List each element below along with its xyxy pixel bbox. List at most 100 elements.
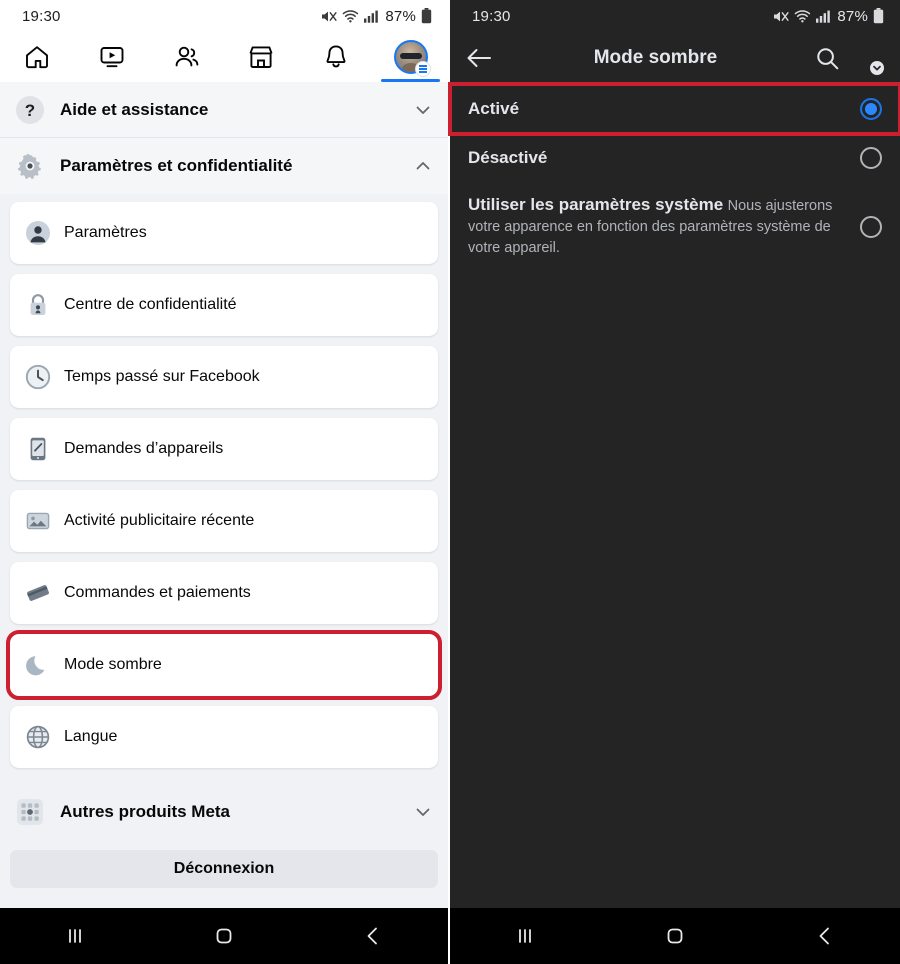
profile-menu-avatar[interactable]	[393, 40, 431, 77]
settings-cards: Paramètres Centre de confidentialité Tem…	[0, 194, 448, 784]
tab-marketplace[interactable]	[224, 32, 299, 82]
notifications-bell-icon	[326, 45, 346, 68]
wifi-icon	[795, 10, 811, 23]
logout-button[interactable]: Déconnexion	[10, 850, 438, 888]
ad-activity-icon	[24, 507, 52, 535]
header-actions	[815, 43, 884, 75]
home-square-icon[interactable]	[194, 908, 254, 964]
lock-icon	[24, 291, 52, 319]
credit-card-icon	[24, 579, 52, 607]
clock-icon	[24, 363, 52, 391]
chevron-down-icon	[870, 61, 884, 75]
card-demandes-appareils[interactable]: Demandes d’appareils	[10, 418, 438, 480]
section-autres-produits-meta[interactable]: Autres produits Meta	[0, 784, 448, 840]
video-icon	[100, 47, 124, 68]
dual-screenshot: 19:30 87% ? Aide et assistance Paramètre…	[0, 0, 900, 964]
recents-icon[interactable]	[495, 908, 555, 964]
dark-mode-header: Mode sombre	[450, 32, 900, 84]
card-label: Mode sombre	[64, 656, 162, 673]
left-phone-screen: 19:30 87% ? Aide et assistance Paramètre…	[0, 0, 450, 964]
android-nav-bar-right[interactable]	[450, 908, 900, 964]
card-label: Commandes et paiements	[64, 584, 251, 601]
top-tab-bar[interactable]	[0, 32, 448, 82]
mute-icon	[774, 11, 789, 21]
radio-desactive[interactable]	[860, 147, 882, 169]
battery-percent: 87%	[837, 7, 868, 25]
card-label: Paramètres	[64, 224, 147, 241]
friends-icon	[175, 46, 199, 67]
status-time: 19:30	[472, 7, 511, 25]
svg-text:?: ?	[25, 101, 35, 120]
right-phone-screen: 19:30 87% Mode sombre Activé Désactivé U…	[448, 0, 900, 964]
tab-video[interactable]	[75, 32, 150, 82]
wifi-icon	[343, 10, 359, 23]
option-systeme[interactable]: Utiliser les paramètres système Nous aju…	[450, 182, 900, 271]
account-circle-icon	[24, 219, 52, 247]
android-nav-bar-left[interactable]	[0, 908, 448, 964]
chevron-down-icon[interactable]	[414, 101, 432, 119]
status-time: 19:30	[22, 7, 61, 25]
help-circle-icon: ?	[12, 92, 48, 128]
section-settings-privacy[interactable]: Paramètres et confidentialité	[0, 138, 448, 194]
dark-mode-options: Activé Désactivé Utiliser les paramètres…	[448, 82, 900, 908]
settings-list: ? Aide et assistance Paramètres et confi…	[0, 82, 448, 908]
radio-active[interactable]	[860, 98, 882, 120]
moon-icon	[24, 651, 52, 679]
signal-icon	[364, 10, 379, 23]
card-langue[interactable]: Langue	[10, 706, 438, 768]
option-text: Activé	[468, 98, 860, 121]
apps-grid-icon	[12, 794, 48, 830]
option-title: Désactivé	[468, 147, 548, 167]
tab-friends[interactable]	[149, 32, 224, 82]
card-commandes-paiements[interactable]: Commandes et paiements	[10, 562, 438, 624]
card-label: Langue	[64, 728, 118, 745]
globe-icon	[24, 723, 52, 751]
hamburger-badge-icon	[414, 61, 431, 77]
card-mode-sombre[interactable]: Mode sombre	[6, 630, 442, 700]
option-text: Utiliser les paramètres système Nous aju…	[468, 194, 860, 259]
battery-icon	[421, 8, 432, 24]
card-temps-passe[interactable]: Temps passé sur Facebook	[10, 346, 438, 408]
home-square-icon[interactable]	[645, 908, 705, 964]
card-activite-publicitaire[interactable]: Activité publicitaire récente	[10, 490, 438, 552]
section-meta-label: Autres produits Meta	[60, 802, 231, 821]
card-centre-confidentialite[interactable]: Centre de confidentialité	[10, 274, 438, 336]
section-help-label: Aide et assistance	[60, 99, 209, 119]
back-arrow-icon[interactable]	[466, 47, 496, 69]
back-chevron-icon[interactable]	[343, 908, 403, 964]
home-icon	[26, 46, 49, 69]
gear-icon	[12, 148, 48, 184]
option-title: Utiliser les paramètres système	[468, 195, 724, 214]
section-help-support[interactable]: ? Aide et assistance	[0, 82, 448, 138]
status-icons: 87%	[321, 8, 432, 25]
battery-icon	[873, 8, 884, 24]
status-bar-left: 19:30 87%	[0, 0, 448, 32]
battery-percent: 87%	[385, 7, 416, 25]
profile-avatar[interactable]	[852, 43, 884, 75]
tab-notifications[interactable]	[299, 32, 374, 82]
signal-icon	[816, 10, 831, 23]
recents-icon[interactable]	[45, 908, 105, 964]
mute-icon	[322, 11, 337, 21]
card-label: Activité publicitaire récente	[64, 512, 255, 529]
tab-profile-menu[interactable]	[373, 32, 448, 82]
option-active[interactable]: Activé	[448, 82, 900, 136]
chevron-down-icon[interactable]	[414, 803, 432, 821]
back-chevron-icon[interactable]	[795, 908, 855, 964]
page-title: Mode sombre	[593, 47, 718, 68]
card-label: Temps passé sur Facebook	[64, 368, 260, 385]
card-label: Demandes d’appareils	[64, 440, 224, 457]
status-bar-right: 19:30 87%	[450, 0, 900, 32]
status-icons: 87%	[773, 8, 884, 25]
device-request-icon	[24, 435, 52, 463]
option-desactive[interactable]: Désactivé	[450, 134, 900, 182]
marketplace-icon	[249, 46, 273, 68]
tab-home[interactable]	[0, 32, 75, 82]
card-label: Centre de confidentialité	[64, 296, 237, 313]
chevron-up-icon[interactable]	[414, 157, 432, 175]
card-parametres[interactable]: Paramètres	[10, 202, 438, 264]
search-icon[interactable]	[815, 46, 840, 71]
logout-area: Déconnexion	[0, 840, 448, 888]
option-title: Activé	[468, 98, 520, 118]
radio-systeme[interactable]	[860, 215, 882, 238]
